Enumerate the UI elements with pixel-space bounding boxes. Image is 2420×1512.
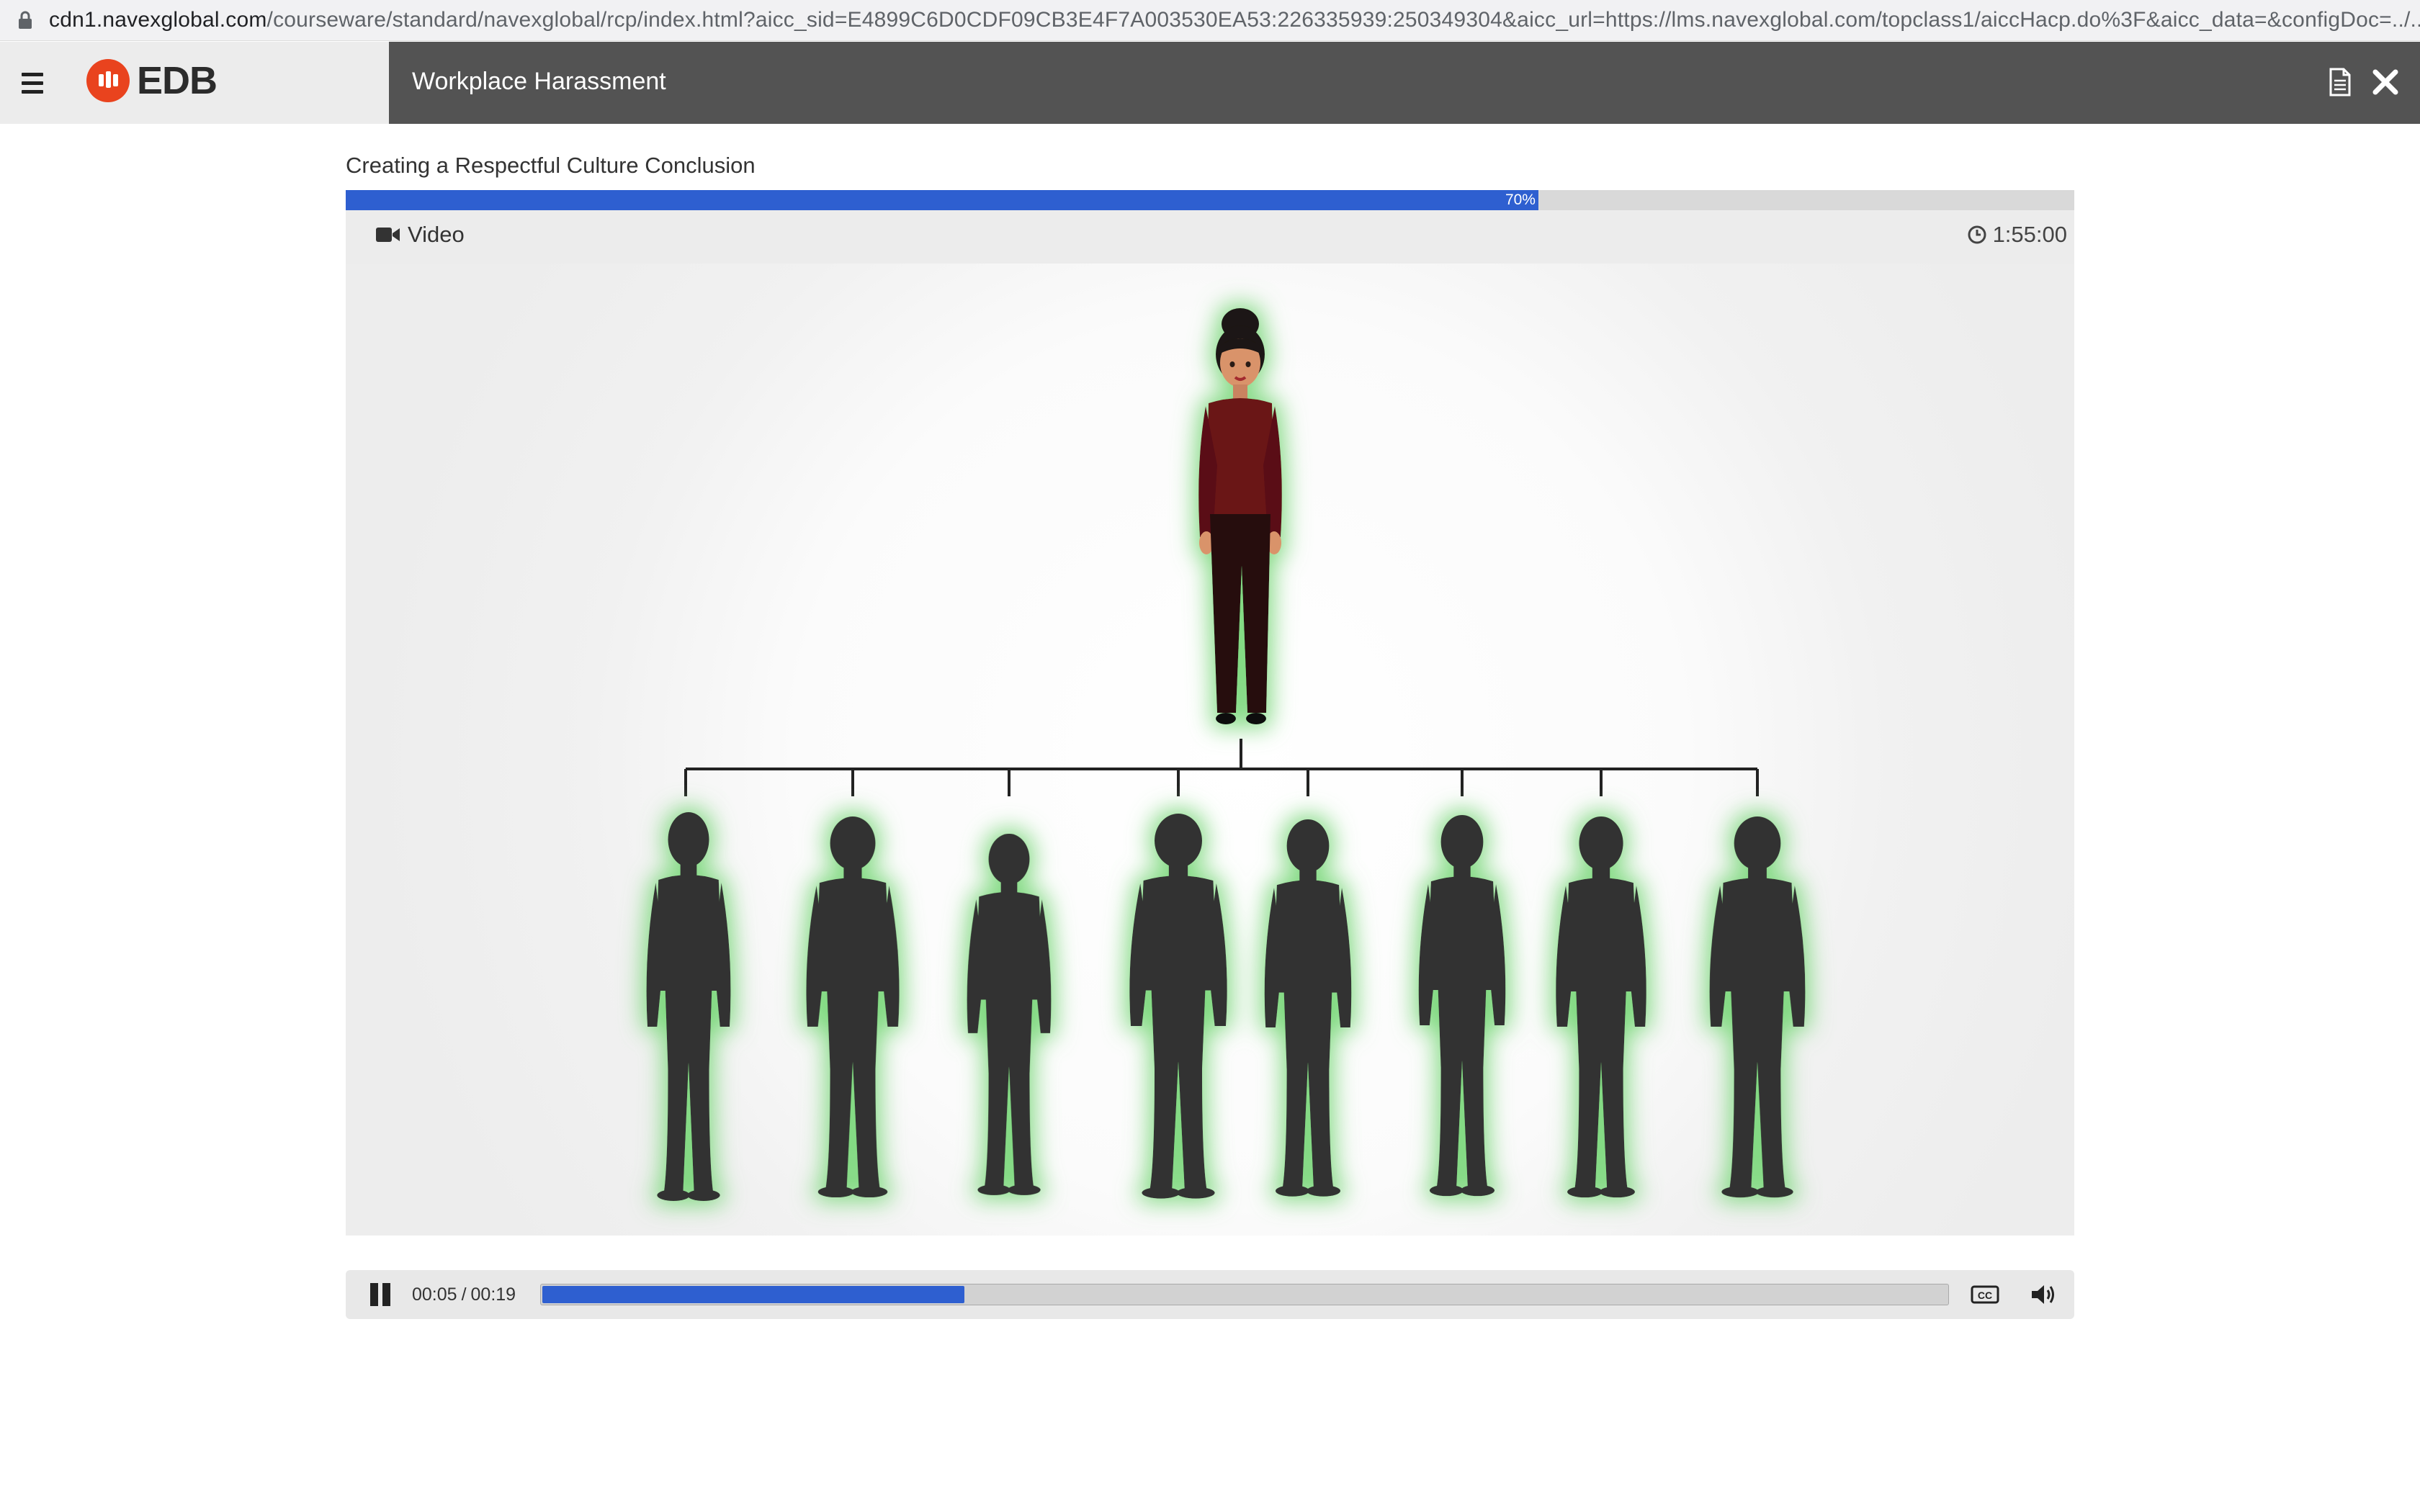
logo-mark-icon: [86, 59, 130, 102]
svg-text:CC: CC: [1978, 1290, 1992, 1301]
pause-icon[interactable]: [370, 1283, 393, 1306]
current-time: 00:05: [412, 1284, 457, 1305]
url-host: cdn1.navexglobal.com: [49, 8, 267, 32]
lesson-title: Creating a Respectful Culture Conclusion: [346, 153, 756, 178]
lesson-progress-bar: 70%: [346, 190, 2074, 210]
course-header: EDB Workplace Harassment: [0, 42, 2420, 124]
lesson-progress-fill: 70%: [346, 190, 1538, 210]
closed-captions-icon[interactable]: CC: [1971, 1284, 2001, 1305]
url-path: /courseware/standard/navexglobal/rcp/ind…: [266, 8, 2420, 32]
menu-icon[interactable]: [22, 63, 56, 102]
seek-bar[interactable]: [540, 1284, 1949, 1305]
lock-icon: [17, 0, 33, 40]
video-camera-icon: [376, 228, 400, 242]
logo: EDB: [85, 58, 218, 104]
team-silhouettes: [646, 812, 1806, 1201]
manager-figure: [1198, 308, 1282, 724]
close-icon[interactable]: [2371, 68, 2403, 99]
logo-text: EDB: [137, 59, 218, 102]
video-stage[interactable]: [346, 264, 2074, 1236]
brand-area: EDB: [0, 42, 389, 124]
browser-address-bar[interactable]: cdn1.navexglobal.com/courseware/standard…: [0, 0, 2420, 41]
media-header: Video 1:55:00: [346, 210, 2074, 264]
clock-icon: [1968, 225, 1986, 244]
time-separator: /: [461, 1284, 467, 1305]
org-chart-lines: [684, 739, 1759, 796]
course-title: Workplace Harassment: [412, 68, 666, 95]
media-duration: 1:55:00: [1967, 222, 2067, 248]
time-display: 00:05 / 00:19: [412, 1284, 516, 1305]
document-icon[interactable]: [2328, 68, 2357, 99]
video-frame: [646, 308, 1806, 1201]
media-type-label: Video: [408, 222, 465, 247]
total-time: 00:19: [470, 1284, 516, 1305]
volume-icon[interactable]: [2030, 1282, 2058, 1308]
course-title-bar: Workplace Harassment: [389, 42, 2420, 124]
media-type: Video: [376, 222, 465, 248]
video-controls: 00:05 / 00:19 CC: [346, 1270, 2074, 1319]
seek-bar-played: [542, 1286, 964, 1303]
lesson-progress-label: 70%: [1505, 192, 1536, 208]
url-text[interactable]: cdn1.navexglobal.com/courseware/standard…: [49, 8, 2420, 32]
duration-label: 1:55:00: [1992, 222, 2067, 247]
